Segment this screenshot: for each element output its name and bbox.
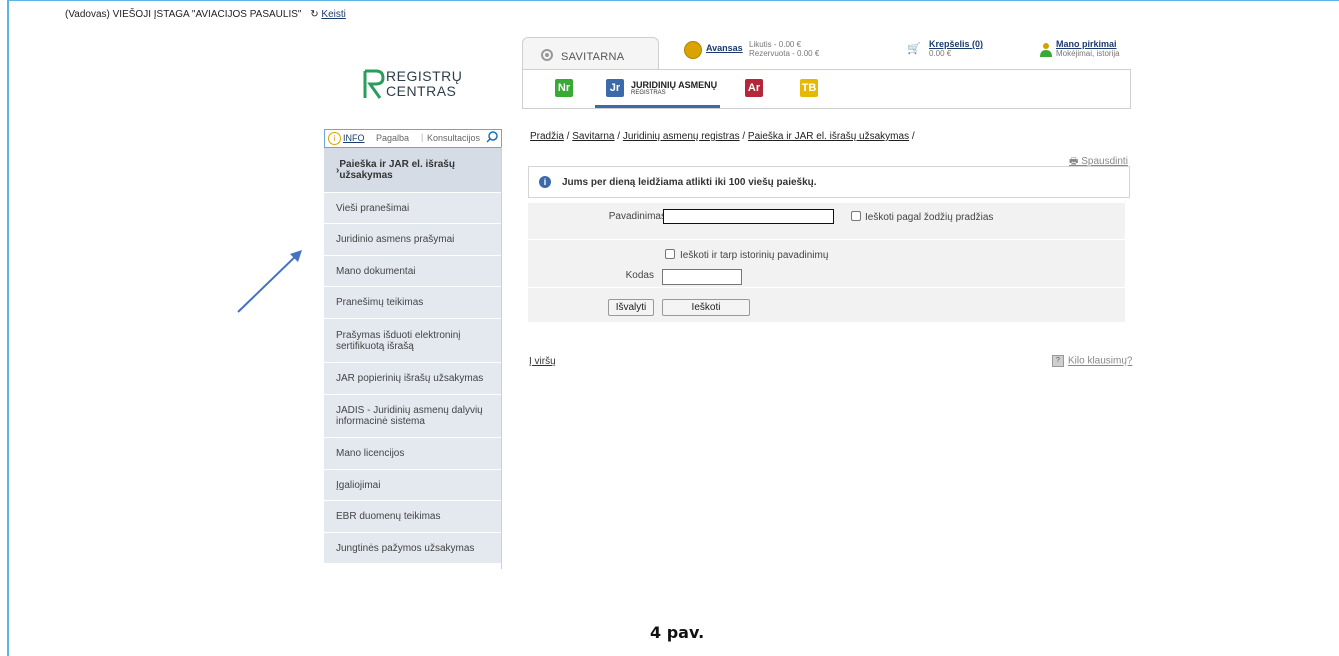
sidebar-item-authorizations[interactable]: Įgaliojimai <box>324 470 502 501</box>
toolbar-separator: | <box>421 132 424 142</box>
sidebar-item-label: Paieška ir JAR el. išrašų užsakymas <box>339 159 455 181</box>
sidebar-item-label: Juridinio asmens prašymai <box>336 234 455 245</box>
sidebar-item-paper-extracts[interactable]: JAR popierinių išrašų užsakymas <box>324 363 502 395</box>
sidebar-item-jadis[interactable]: JADIS - Juridinių asmenų dalyvių informa… <box>324 395 502 438</box>
sidebar-item-joint-certificate[interactable]: Jungtinės pažymos užsakymas <box>324 533 502 564</box>
info-icon: i <box>328 132 341 145</box>
sidebar-item-public-notices[interactable]: Vieši pranešimai <box>324 193 502 224</box>
sidebar-divider <box>501 147 502 569</box>
cart-icon[interactable]: 🛒 <box>907 42 925 55</box>
code-input[interactable] <box>662 269 742 285</box>
sidebar-item-label: EBR duomenų teikimas <box>336 511 441 522</box>
faq-label: Kilo klausimų? <box>1068 355 1133 367</box>
history-checkbox[interactable] <box>665 249 675 259</box>
advance-link[interactable]: Avansas <box>706 43 743 53</box>
help-link[interactable]: Pagalba <box>376 133 409 143</box>
sidebar-item-label: Įgaliojimai <box>336 479 381 491</box>
form-row-separator <box>528 287 1125 288</box>
logo-text-line2: CENTRAS <box>386 83 457 99</box>
user-role: (Vadovas) <box>65 9 110 20</box>
sidebar-item-certified-extract[interactable]: Prašymas išduoti elektroninį sertifikuot… <box>324 319 502 363</box>
frame-border-left <box>7 0 9 656</box>
breadcrumb-savitarna[interactable]: Savitarna <box>572 131 614 142</box>
sidebar-item-label: Jungtinės pažymos užsakymas <box>336 542 475 554</box>
cart-info[interactable]: Krepšelis (0) 0.00 € <box>929 40 983 59</box>
balance-info: Likutis - 0.00 € Rezervuota - 0.00 € <box>749 40 819 58</box>
user-context-bar: (Vadovas) VIEŠOJI ĮSTAGA "AVIACIJOS PASA… <box>65 9 346 20</box>
ar-register-icon[interactable]: Ar <box>745 79 763 97</box>
purchases-info[interactable]: Mano pirkimai Mokėjimai, istorija <box>1056 40 1120 59</box>
sidebar-item-label: Mano licencijos <box>336 448 405 459</box>
cart-sum: 0.00 € <box>929 49 952 58</box>
sidebar-item-label: Mano dokumentai <box>336 265 416 277</box>
name-input[interactable] <box>663 209 834 224</box>
sidebar-item-search-jar[interactable]: › Paieška ir JAR el. išrašų užsakymas <box>324 148 502 193</box>
jar-register-subtitle: REGISTRAS <box>631 90 666 96</box>
search-limit-notice: i Jums per dieną leidžiama atlikti iki 1… <box>528 166 1130 198</box>
sidebar-item-my-licenses[interactable]: Mano licencijos <box>324 438 502 470</box>
figure-caption: 4 pav. <box>650 623 705 642</box>
advance-link-wrap[interactable]: Avansas <box>706 44 743 53</box>
question-icon: ? <box>1052 355 1064 367</box>
back-to-top-link[interactable]: Į viršų <box>529 356 556 367</box>
consult-link[interactable]: Konsultacijos <box>427 133 480 143</box>
starts-with-label: Ieškoti pagal žodžių pradžias <box>865 212 994 223</box>
sidebar-item-legal-requests[interactable]: Juridinio asmens prašymai <box>324 224 502 256</box>
search-form: Pavadinimas Ieškoti pagal žodžių pradžia… <box>528 203 1125 322</box>
sidebar-menu: › Paieška ir JAR el. išrašų užsakymas Vi… <box>324 148 502 564</box>
change-org-link[interactable]: Keisti <box>321 9 345 20</box>
sidebar-item-notice-submission[interactable]: Pranešimų teikimas <box>324 287 502 319</box>
breadcrumb-jar[interactable]: Juridinių asmenų registras <box>623 131 740 142</box>
info-icon: i <box>539 176 551 188</box>
form-row-separator <box>528 239 1125 240</box>
sidebar-item-label: JAR popierinių išrašų užsakymas <box>336 373 484 384</box>
breadcrumb-search[interactable]: Paieška ir JAR el. išrašų užsakymas <box>748 131 909 142</box>
sidebar-item-label: JADIS - Juridinių asmenų dalyvių informa… <box>336 405 483 427</box>
starts-with-checkbox[interactable] <box>851 211 861 221</box>
info-link[interactable]: INFO <box>343 133 365 143</box>
register-bar: Nr JURIDINIŲ ASMENŲ REGISTRAS Jr Ar TB <box>522 69 1131 109</box>
cart-link[interactable]: Krepšelis (0) <box>929 40 983 49</box>
purchases-sub: Mokėjimai, istorija <box>1056 49 1120 58</box>
tab-savitarna-label: SAVITARNA <box>561 51 625 63</box>
pointer-arrow-icon <box>237 250 302 313</box>
jar-register-icon: Jr <box>606 79 624 97</box>
tb-register-icon[interactable]: TB <box>800 79 818 97</box>
purchases-link[interactable]: Mano pirkimai <box>1056 40 1120 49</box>
faq-link[interactable]: ? Kilo klausimų? <box>1052 355 1132 367</box>
gear-icon <box>541 49 553 61</box>
breadcrumb-home[interactable]: Pradžia <box>530 131 564 142</box>
sidebar-item-my-documents[interactable]: Mano dokumentai <box>324 256 502 287</box>
refresh-icon: ↻ <box>310 9 319 20</box>
frame-border-top <box>7 0 1339 1</box>
notice-text: Jums per dieną leidžiama atlikti iki 100… <box>562 177 817 188</box>
sidebar-toolbar: i INFO Pagalba | Konsultacijos <box>324 129 502 148</box>
coins-icon <box>684 41 702 59</box>
code-label: Kodas <box>625 270 654 281</box>
balance-text: Likutis - 0.00 € <box>749 40 802 49</box>
registru-centras-logo[interactable]: REGISTRŲ CENTRAS <box>362 68 472 104</box>
breadcrumb: Pradžia / Savitarna / Juridinių asmenų r… <box>530 131 915 142</box>
reserved-text: Rezervuota - 0.00 € <box>749 49 820 58</box>
clear-button[interactable]: Išvalyti <box>608 299 654 316</box>
sidebar-item-label: Pranešimų teikimas <box>336 297 424 308</box>
tab-savitarna[interactable]: SAVITARNA <box>522 37 659 71</box>
sidebar-item-label: Vieši pranešimai <box>336 202 410 214</box>
organization-name: VIEŠOJI ĮSTAGA "AVIACIJOS PASAULIS" <box>112 9 302 20</box>
search-icon[interactable] <box>486 131 498 143</box>
user-icon <box>1040 43 1052 57</box>
name-label: Pavadinimas <box>608 211 666 222</box>
nr-register-icon[interactable]: Nr <box>555 79 573 97</box>
logo-mark-icon <box>363 69 385 99</box>
jar-register-title: JURIDINIŲ ASMENŲ <box>631 80 718 90</box>
search-button[interactable]: Ieškoti <box>662 299 750 316</box>
history-label: Ieškoti ir tarp istorinių pavadinimų <box>680 250 829 261</box>
logo-text-line1: REGISTRŲ <box>386 68 463 84</box>
sidebar-item-label: Prašymas išduoti elektroninį sertifikuot… <box>336 329 461 352</box>
sidebar-item-ebr-data[interactable]: EBR duomenų teikimas <box>324 501 502 533</box>
sidebar: i INFO Pagalba | Konsultacijos › Paieška… <box>324 129 502 564</box>
